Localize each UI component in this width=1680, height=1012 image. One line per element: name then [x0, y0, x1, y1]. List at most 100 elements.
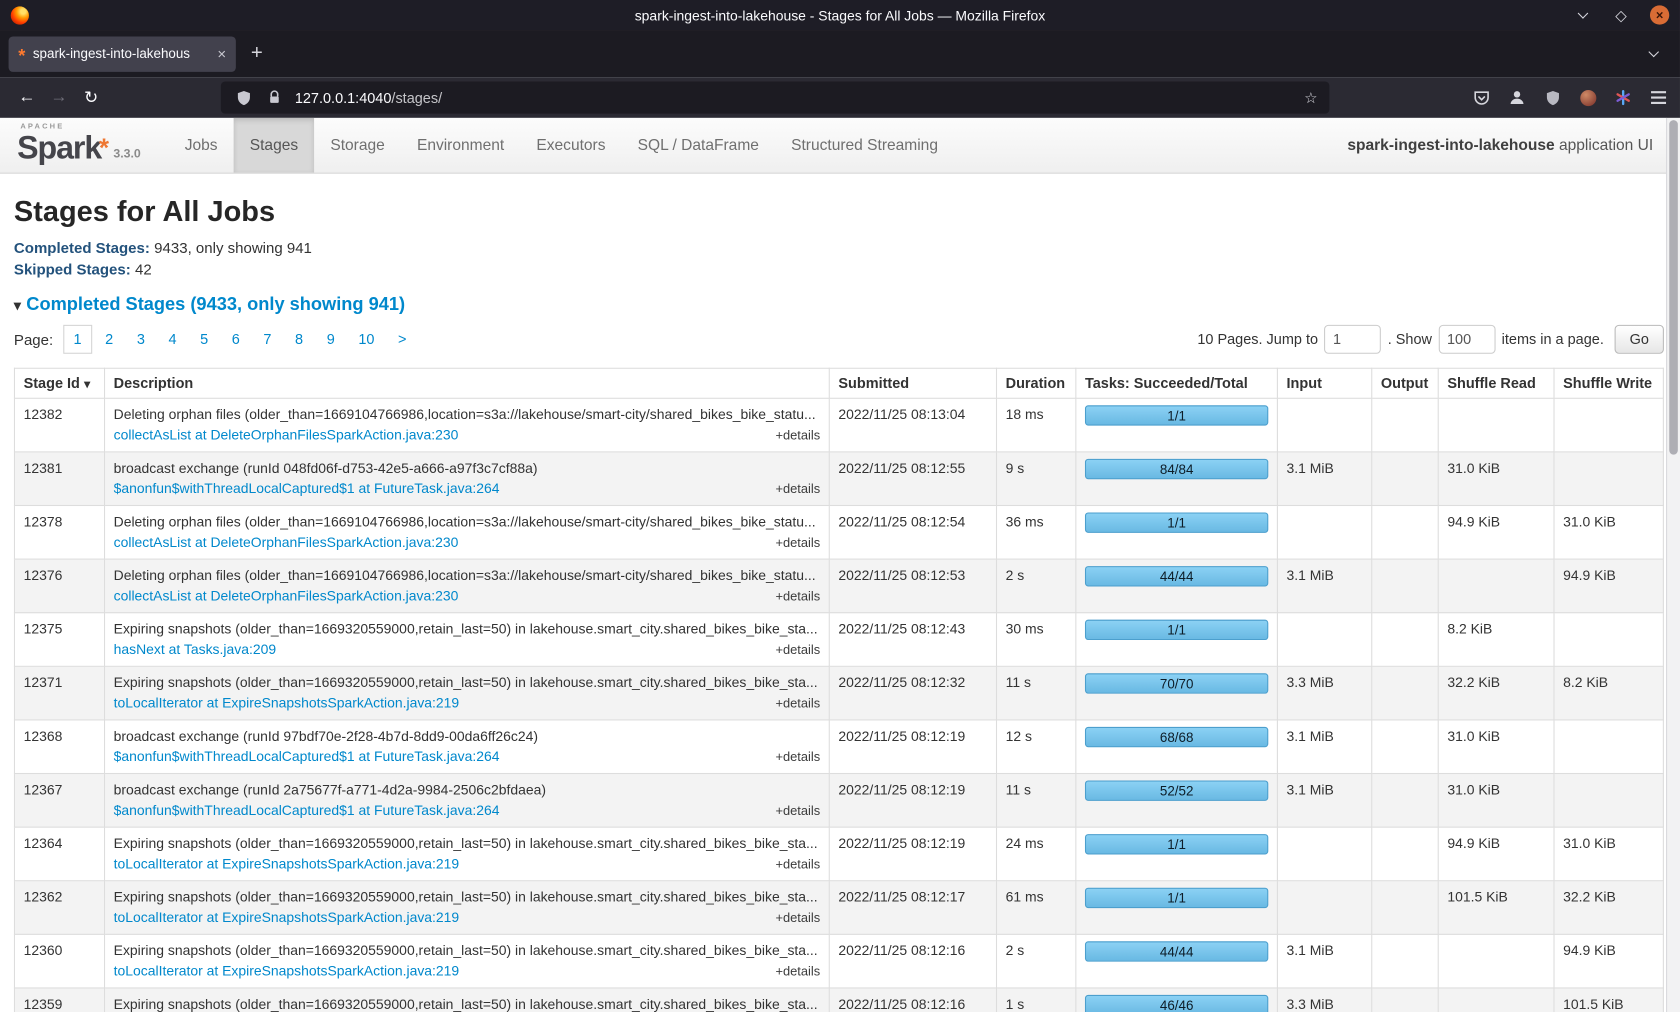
window-maximize-button[interactable]: ◇	[1611, 5, 1630, 24]
spark-nav-item[interactable]: Jobs	[169, 118, 234, 173]
jump-to-page-input[interactable]	[1324, 325, 1381, 354]
menu-button[interactable]	[1648, 87, 1669, 108]
stage-callsite-link[interactable]: $anonfun$withThreadLocalCaptured$1 at Fu…	[114, 800, 500, 820]
page-number-link[interactable]: 2	[94, 325, 123, 354]
profile-avatar-icon[interactable]	[1577, 87, 1598, 108]
account-icon[interactable]	[1506, 87, 1527, 108]
column-header[interactable]: Duration	[997, 368, 1076, 398]
page-number-link[interactable]: 4	[158, 325, 187, 354]
adblock-shield-icon[interactable]	[1542, 87, 1563, 108]
spark-nav-item[interactable]: SQL / DataFrame	[622, 118, 775, 173]
tab-close-icon[interactable]: ×	[217, 45, 226, 62]
page-number-link[interactable]: 8	[284, 325, 313, 354]
details-toggle[interactable]: +details	[775, 640, 820, 660]
tasks-progress-label: 68/68	[1160, 730, 1194, 745]
stage-description: broadcast exchange (runId 2a75677f-a771-…	[114, 779, 821, 799]
stage-callsite-link[interactable]: collectAsList at DeleteOrphanFilesSparkA…	[114, 532, 459, 552]
details-toggle[interactable]: +details	[775, 479, 820, 499]
details-toggle[interactable]: +details	[775, 533, 820, 553]
tasks-progress-label: 44/44	[1160, 569, 1194, 584]
column-header[interactable]: Output	[1372, 368, 1438, 398]
page-number-link[interactable]: 3	[126, 325, 155, 354]
details-toggle[interactable]: +details	[775, 694, 820, 714]
column-header[interactable]: Input	[1277, 368, 1371, 398]
spark-star-icon: *	[99, 144, 109, 155]
description-cell: broadcast exchange (runId 048fd06f-d753-…	[105, 452, 830, 506]
page-scrollbar[interactable]	[1666, 118, 1680, 1012]
details-toggle[interactable]: +details	[775, 747, 820, 767]
window-minimize-button[interactable]	[1573, 5, 1592, 24]
pocket-icon[interactable]	[1471, 87, 1492, 108]
page-number-link[interactable]: 7	[253, 325, 282, 354]
spark-nav-item[interactable]: Environment	[401, 118, 520, 173]
column-header[interactable]: Shuffle Read	[1438, 368, 1554, 398]
details-toggle[interactable]: +details	[775, 908, 820, 928]
spark-nav-item[interactable]: Stages	[234, 118, 315, 173]
shuffle-write-cell: 8.2 KiB	[1554, 666, 1663, 720]
column-header[interactable]: Submitted	[829, 368, 996, 398]
window-close-button[interactable]: ×	[1650, 5, 1669, 24]
page-number-link[interactable]: 6	[221, 325, 250, 354]
scrollbar-thumb[interactable]	[1669, 120, 1678, 454]
stage-callsite-link[interactable]: toLocalIterator at ExpireSnapshotsSparkA…	[114, 693, 460, 713]
description-cell: Deleting orphan files (older_than=166910…	[105, 505, 830, 559]
stage-callsite-link[interactable]: collectAsList at DeleteOrphanFilesSparkA…	[114, 425, 459, 445]
page-number-link[interactable]: 1	[63, 325, 92, 354]
show-text: . Show	[1388, 331, 1432, 347]
tasks-progress-label: 46/46	[1160, 998, 1194, 1012]
spark-nav-item[interactable]: Structured Streaming	[775, 118, 954, 173]
spark-logo[interactable]: APACHE Spark * 3.3.0	[13, 118, 152, 173]
spark-nav-item[interactable]: Executors	[520, 118, 621, 173]
details-toggle[interactable]: +details	[775, 586, 820, 606]
stage-callsite-link[interactable]: hasNext at Tasks.java:209	[114, 639, 276, 659]
page-number-link[interactable]: 9	[316, 325, 345, 354]
summary-link[interactable]: Completed Stages:	[14, 239, 150, 256]
site-info-lock-icon[interactable]	[264, 87, 285, 108]
input-cell	[1277, 505, 1371, 559]
shuffle-read-cell: 31.0 KiB	[1438, 452, 1554, 506]
page-number-link[interactable]: >	[387, 325, 417, 354]
output-cell	[1372, 559, 1438, 613]
stage-callsite-link[interactable]: collectAsList at DeleteOrphanFilesSparkA…	[114, 585, 459, 605]
forward-button[interactable]: →	[43, 88, 75, 107]
description-cell: Deleting orphan files (older_than=166910…	[105, 398, 830, 452]
bookmark-star-icon[interactable]: ☆	[1304, 88, 1317, 106]
reload-button[interactable]: ↻	[75, 87, 107, 108]
page-number-link[interactable]: 5	[189, 325, 218, 354]
details-toggle[interactable]: +details	[775, 426, 820, 446]
items-per-page-input[interactable]	[1438, 325, 1495, 354]
summary-link[interactable]: Skipped Stages:	[14, 260, 131, 277]
chevron-down-icon	[1648, 47, 1659, 58]
tasks-progress-bar: 46/46	[1085, 995, 1268, 1012]
new-tab-button[interactable]: +	[251, 42, 263, 66]
extension-pinwheel-icon[interactable]	[1612, 87, 1633, 108]
back-button[interactable]: ←	[11, 88, 43, 107]
stage-callsite-link[interactable]: toLocalIterator at ExpireSnapshotsSparkA…	[114, 961, 460, 981]
tracking-protection-shield-icon[interactable]	[233, 87, 254, 108]
summary-value: 9433, only showing 941	[154, 239, 312, 256]
stage-id-cell: 12382	[14, 398, 104, 452]
stage-callsite-link[interactable]: $anonfun$withThreadLocalCaptured$1 at Fu…	[114, 478, 500, 498]
column-header[interactable]: Tasks: Succeeded/Total	[1076, 368, 1278, 398]
browser-tab[interactable]: * spark-ingest-into-lakehous ×	[9, 36, 236, 71]
duration-cell: 11 s	[997, 666, 1076, 720]
output-cell	[1372, 452, 1438, 506]
go-button[interactable]: Go	[1615, 325, 1664, 354]
list-all-tabs-button[interactable]	[1644, 44, 1663, 63]
stage-callsite-link[interactable]: toLocalIterator at ExpireSnapshotsSparkA…	[114, 853, 460, 873]
stage-callsite-link[interactable]: toLocalIterator at ExpireSnapshotsSparkA…	[114, 907, 460, 927]
spark-nav-item[interactable]: Storage	[314, 118, 401, 173]
column-header[interactable]: Description	[105, 368, 830, 398]
url-bar[interactable]: 127.0.0.1:4040/stages/ ☆	[221, 81, 1330, 113]
stage-callsite-link[interactable]: $anonfun$withThreadLocalCaptured$1 at Fu…	[114, 746, 500, 766]
submitted-cell: 2022/11/25 08:12:43	[829, 613, 996, 667]
tasks-progress-label: 52/52	[1160, 784, 1194, 799]
page-number-link[interactable]: 10	[348, 325, 386, 354]
column-header[interactable]: Shuffle Write	[1554, 368, 1663, 398]
application-label: spark-ingest-into-lakehouse application …	[1347, 137, 1657, 154]
details-toggle[interactable]: +details	[775, 854, 820, 874]
details-toggle[interactable]: +details	[775, 962, 820, 982]
column-header[interactable]: Stage Id▾	[14, 368, 104, 398]
completed-stages-section-toggle[interactable]: ▾Completed Stages (9433, only showing 94…	[14, 294, 1664, 315]
details-toggle[interactable]: +details	[775, 801, 820, 821]
